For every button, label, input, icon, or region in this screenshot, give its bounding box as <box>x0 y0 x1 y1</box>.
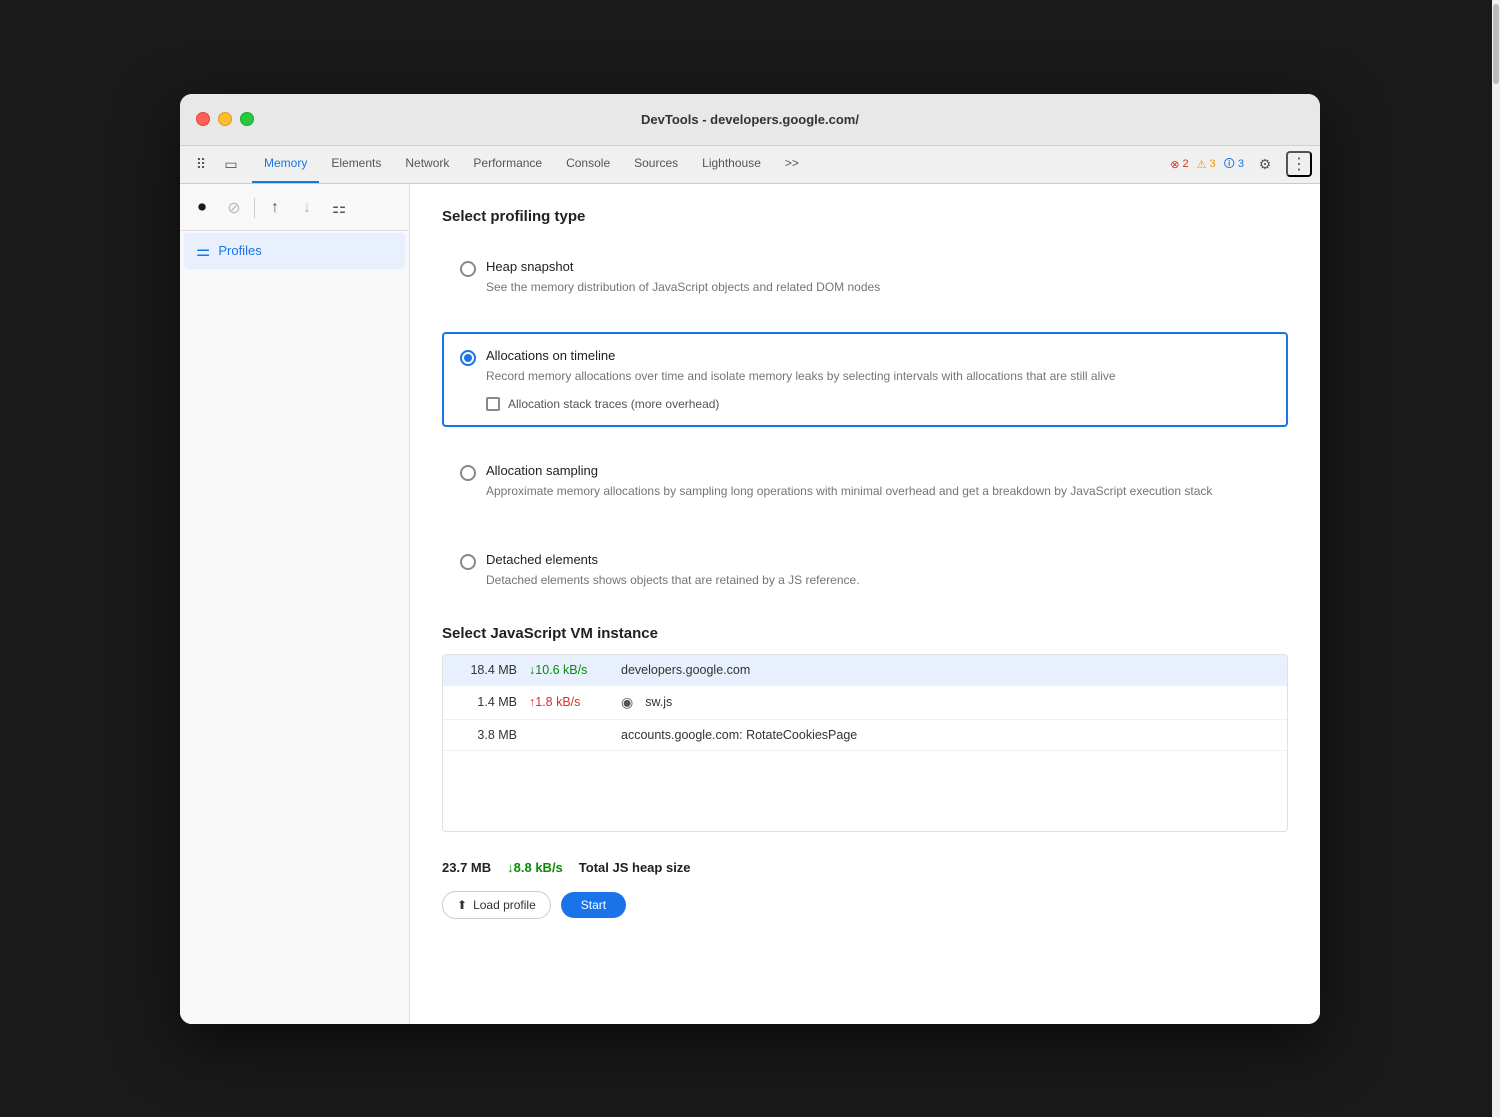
traffic-lights <box>196 112 254 126</box>
option-title-detached: Detached elements <box>486 552 1270 567</box>
option-desc-detached: Detached elements shows objects that are… <box>486 571 1270 589</box>
vm-row-2[interactable]: 3.8 MB accounts.google.com: RotateCookie… <box>443 720 1287 751</box>
option-desc-sampling: Approximate memory allocations by sampli… <box>486 482 1270 500</box>
footer-label: Total JS heap size <box>579 860 691 875</box>
option-title-heap: Heap snapshot <box>486 259 1270 274</box>
minimize-button[interactable] <box>218 112 232 126</box>
warning-badge: ⚠ 3 <box>1197 158 1216 171</box>
tab-sources[interactable]: Sources <box>622 145 690 183</box>
vm-instance-table: 18.4 MB ↓10.6 kB/s developers.google.com… <box>442 654 1288 832</box>
tab-icon-group: ⠿ ▭ <box>188 151 244 177</box>
tab-more[interactable]: >> <box>773 145 811 183</box>
action-buttons: ⬆ Load profile Start <box>442 891 1288 919</box>
checkbox-row-stack-traces: Allocation stack traces (more overhead) <box>486 397 1270 411</box>
vm-row-1[interactable]: 1.4 MB ↑1.8 kB/s ◉ sw.js <box>443 686 1287 720</box>
sidebar-toolbar: ⏺ ⊘ ↑ ↓ ⚏ <box>180 190 409 231</box>
option-detached-elements[interactable]: Detached elements Detached elements show… <box>442 536 1288 605</box>
close-button[interactable] <box>196 112 210 126</box>
footer-rate: ↓8.8 kB/s <box>507 860 563 875</box>
footer-total-size: 23.7 MB <box>442 860 491 875</box>
error-icon: ⊗ <box>1170 158 1179 171</box>
clear-button[interactable]: ⚏ <box>325 194 353 222</box>
sidebar-item-profiles[interactable]: ⚌ Profiles <box>184 233 405 269</box>
radio-inner-dot <box>464 354 472 362</box>
start-button[interactable]: Start <box>561 892 626 918</box>
tabs-right-section: ⊗ 2 ⚠ 3 🛈 3 ⚙ ⋮ <box>1170 151 1312 177</box>
toolbar-divider <box>254 198 255 218</box>
radio-detached-elements[interactable] <box>460 554 476 570</box>
tab-elements[interactable]: Elements <box>319 145 393 183</box>
checkbox-label-stack-traces: Allocation stack traces (more overhead) <box>508 397 719 411</box>
tab-performance[interactable]: Performance <box>461 145 554 183</box>
tab-console[interactable]: Console <box>554 145 622 183</box>
checkbox-stack-traces[interactable] <box>486 397 500 411</box>
info-badge: 🛈 3 <box>1224 155 1244 174</box>
window-title: DevTools - developers.google.com/ <box>641 112 859 127</box>
inspect-icon[interactable]: ⠿ <box>188 151 214 177</box>
vm-name-2: accounts.google.com: RotateCookiesPage <box>621 728 857 742</box>
info-icon: 🛈 <box>1224 155 1235 174</box>
vm-size-1: 1.4 MB <box>457 695 517 709</box>
device-toolbar-icon[interactable]: ▭ <box>218 151 244 177</box>
vm-name-1: sw.js <box>645 695 672 709</box>
tab-network[interactable]: Network <box>393 145 461 183</box>
tab-memory[interactable]: Memory <box>252 145 319 183</box>
vm-section-title: Select JavaScript VM instance <box>442 625 1288 642</box>
title-bar: DevTools - developers.google.com/ <box>180 94 1320 146</box>
option-allocations-timeline[interactable]: Allocations on timeline Record memory al… <box>442 332 1288 427</box>
radio-allocation-sampling[interactable] <box>460 465 476 481</box>
devtools-window: DevTools - developers.google.com/ ⠿ ▭ Me… <box>180 94 1320 1024</box>
vm-size-0: 18.4 MB <box>457 663 517 677</box>
vm-rate-0: ↓10.6 kB/s <box>529 663 609 677</box>
devtools-body: ⏺ ⊘ ↑ ↓ ⚏ ⚌ Profiles Select profiling ty… <box>180 184 1320 1024</box>
radio-allocations-timeline[interactable] <box>460 350 476 366</box>
stop-button[interactable]: ⊘ <box>220 194 248 222</box>
download-button[interactable]: ↓ <box>293 194 321 222</box>
tab-lighthouse[interactable]: Lighthouse <box>690 145 773 183</box>
vm-size-2: 3.8 MB <box>457 728 517 742</box>
upload-button[interactable]: ↑ <box>261 194 289 222</box>
main-content: Select profiling type Heap snapshot See … <box>410 184 1320 1024</box>
record-button[interactable]: ⏺ <box>188 194 216 222</box>
footer-bar: 23.7 MB ↓8.8 kB/s Total JS heap size <box>442 848 1288 891</box>
vm-row-0[interactable]: 18.4 MB ↓10.6 kB/s developers.google.com <box>443 655 1287 686</box>
vm-dot-1: ◉ <box>621 694 633 711</box>
option-allocation-sampling[interactable]: Allocation sampling Approximate memory a… <box>442 447 1288 516</box>
load-profile-button[interactable]: ⬆ Load profile <box>442 891 551 919</box>
vm-empty-area <box>443 751 1287 831</box>
more-options-icon[interactable]: ⋮ <box>1286 151 1312 177</box>
profiles-label: Profiles <box>218 243 261 258</box>
maximize-button[interactable] <box>240 112 254 126</box>
devtools-tab-bar: ⠿ ▭ Memory Elements Network Performance … <box>180 146 1320 184</box>
radio-heap-snapshot[interactable] <box>460 261 476 277</box>
error-badge: ⊗ 2 <box>1170 158 1188 171</box>
vm-name-0: developers.google.com <box>621 663 750 677</box>
profiles-icon: ⚌ <box>196 241 210 261</box>
option-heap-snapshot[interactable]: Heap snapshot See the memory distributio… <box>442 243 1288 312</box>
upload-icon-load: ⬆ <box>457 898 467 912</box>
settings-icon[interactable]: ⚙ <box>1252 151 1278 177</box>
vm-rate-1: ↑1.8 kB/s <box>529 695 609 709</box>
option-title-sampling: Allocation sampling <box>486 463 1270 478</box>
option-title-allocations: Allocations on timeline <box>486 348 1270 363</box>
warning-icon: ⚠ <box>1197 158 1207 171</box>
option-desc-heap: See the memory distribution of JavaScrip… <box>486 278 1270 296</box>
option-desc-allocations: Record memory allocations over time and … <box>486 367 1270 385</box>
sidebar: ⏺ ⊘ ↑ ↓ ⚏ ⚌ Profiles <box>180 184 410 1024</box>
section-title-profiling: Select profiling type <box>442 208 1288 225</box>
